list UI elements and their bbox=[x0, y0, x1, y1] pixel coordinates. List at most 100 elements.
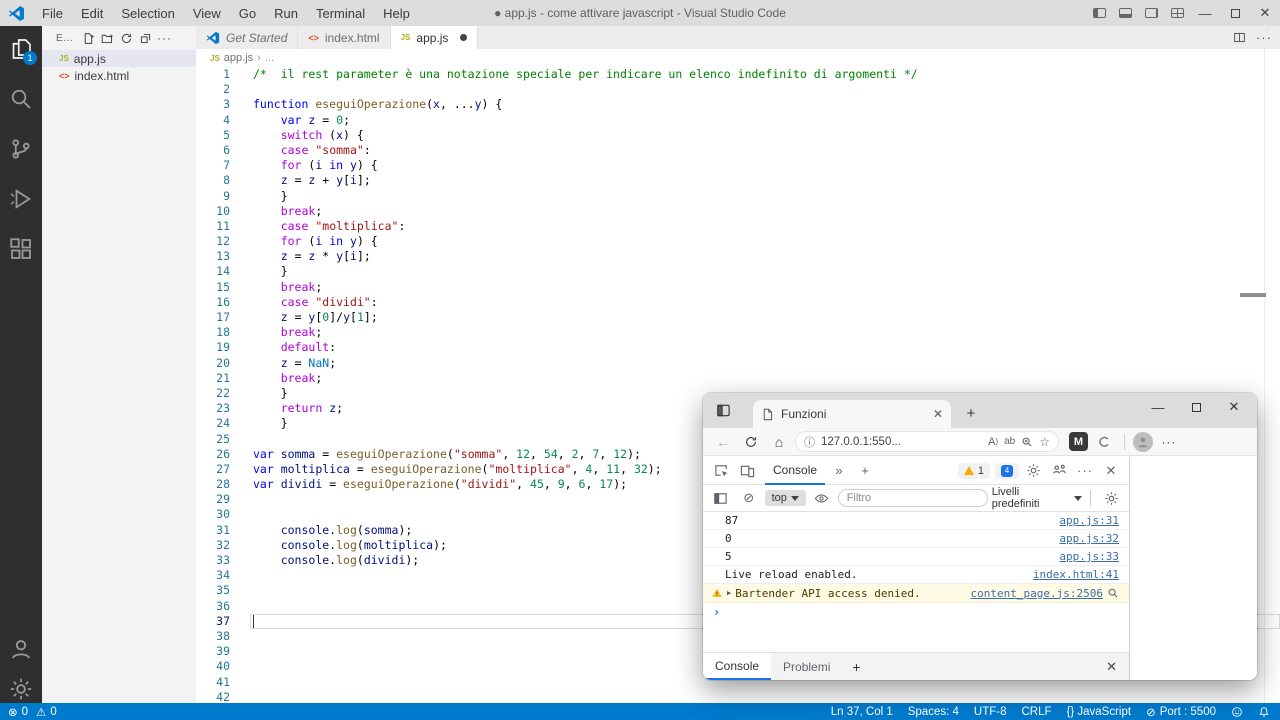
breadcrumb[interactable]: JS app.js › ... bbox=[196, 49, 1280, 67]
editor-line[interactable]: 5 switch (x) { bbox=[196, 128, 1280, 143]
search-icon[interactable] bbox=[5, 83, 37, 133]
editor-line[interactable]: 17 z = y[0]/y[1]; bbox=[196, 310, 1280, 325]
explorer-icon[interactable]: 1 bbox=[5, 33, 37, 83]
refresh-icon[interactable] bbox=[739, 431, 763, 453]
devtools-settings-icon[interactable] bbox=[1021, 459, 1045, 483]
console-sidebar-icon[interactable] bbox=[709, 486, 733, 510]
refresh-explorer-icon[interactable] bbox=[117, 29, 136, 48]
customize-layout-icon[interactable] bbox=[1164, 0, 1190, 26]
source-link[interactable]: content_page.js:2506 bbox=[971, 587, 1103, 600]
address-bar[interactable]: ⓘ 127.0.0.1:550... A) ab ☆ bbox=[795, 431, 1059, 452]
translate-icon[interactable]: ab bbox=[1004, 436, 1015, 447]
editor-line[interactable]: 11 case "moltiplica": bbox=[196, 219, 1280, 234]
back-icon[interactable]: ← bbox=[711, 431, 735, 453]
editor-line[interactable]: 10 break; bbox=[196, 204, 1280, 219]
editor-line[interactable]: 19 default: bbox=[196, 340, 1280, 355]
devtools-feedback-icon[interactable] bbox=[1047, 459, 1071, 483]
problems-indicator[interactable]: ⊗ 0 ⚠ 0 bbox=[8, 705, 57, 719]
browser-maximize-button[interactable] bbox=[1177, 395, 1215, 419]
menu-help[interactable]: Help bbox=[374, 0, 419, 26]
extension-c-icon[interactable] bbox=[1092, 431, 1116, 453]
editor-line[interactable]: 8 z = z + y[i]; bbox=[196, 173, 1280, 188]
menu-view[interactable]: View bbox=[184, 0, 230, 26]
favorites-star-icon[interactable]: ☆ bbox=[1039, 435, 1050, 449]
drawer-close-icon[interactable]: ✕ bbox=[1094, 653, 1129, 680]
editor-line[interactable]: 4 var z = 0; bbox=[196, 113, 1280, 128]
read-aloud-icon[interactable]: A) bbox=[988, 436, 998, 448]
inspect-element-icon[interactable] bbox=[709, 459, 733, 483]
editor-line[interactable]: 21 break; bbox=[196, 371, 1280, 386]
source-link[interactable]: app.js:32 bbox=[1059, 532, 1119, 545]
add-tab-icon[interactable]: + bbox=[853, 459, 877, 483]
home-icon[interactable]: ⌂ bbox=[767, 431, 791, 453]
status-port-5500[interactable]: ⊘Port : 5500 bbox=[1146, 705, 1216, 719]
clear-console-icon[interactable]: ⊘ bbox=[737, 486, 761, 510]
drawer-tab-problemi[interactable]: Problemi bbox=[771, 653, 842, 680]
zoom-icon[interactable] bbox=[1021, 436, 1033, 448]
source-control-icon[interactable] bbox=[5, 133, 37, 183]
site-info-icon[interactable]: ⓘ bbox=[804, 434, 815, 450]
new-folder-icon[interactable] bbox=[98, 29, 117, 48]
editor-line[interactable]: 12 for (i in y) { bbox=[196, 234, 1280, 249]
toggle-sidebar-icon[interactable] bbox=[1086, 0, 1112, 26]
unsaved-dot[interactable] bbox=[460, 34, 467, 41]
split-editor-icon[interactable] bbox=[1233, 31, 1246, 44]
settings-gear-icon[interactable] bbox=[5, 673, 37, 699]
editor-line[interactable]: 16 case "dividi": bbox=[196, 295, 1280, 310]
editor-scrollbar-thumb[interactable] bbox=[1240, 293, 1266, 297]
search-similar-icon[interactable] bbox=[1107, 587, 1119, 599]
collapse-folders-icon[interactable] bbox=[136, 29, 155, 48]
new-file-icon[interactable] bbox=[79, 29, 98, 48]
vscode-close-button[interactable]: ✕ bbox=[1250, 0, 1280, 26]
tab-get-started[interactable]: Get Started bbox=[196, 26, 298, 49]
editor-line[interactable]: 20 z = NaN; bbox=[196, 356, 1280, 371]
tab-actions-icon[interactable] bbox=[711, 399, 735, 421]
address-url[interactable]: 127.0.0.1:550... bbox=[821, 436, 982, 448]
tab-app-js[interactable]: JSapp.js bbox=[391, 26, 479, 49]
toggle-secondary-sidebar-icon[interactable] bbox=[1138, 0, 1164, 26]
device-toolbar-icon[interactable] bbox=[735, 459, 759, 483]
issues-badge[interactable]: 4 bbox=[995, 463, 1019, 479]
source-link[interactable]: app.js:31 bbox=[1059, 514, 1119, 527]
profile-avatar[interactable] bbox=[1133, 432, 1153, 452]
feedback-icon[interactable] bbox=[1231, 706, 1243, 718]
devtools-close-icon[interactable]: ✕ bbox=[1099, 459, 1123, 483]
new-tab-icon[interactable]: + bbox=[959, 401, 983, 425]
editor-line[interactable]: 6 case "somma": bbox=[196, 143, 1280, 158]
tab-index-html[interactable]: <>index.html bbox=[298, 26, 390, 49]
warnings-badge[interactable]: 1 bbox=[958, 463, 990, 479]
editor-line[interactable]: 2 bbox=[196, 82, 1280, 97]
explorer-more-actions-icon[interactable]: ··· bbox=[155, 29, 174, 48]
context-selector[interactable]: top bbox=[765, 490, 806, 506]
browser-tab-funzioni[interactable]: Funzioni ✕ bbox=[753, 400, 951, 428]
status-crlf[interactable]: CRLF bbox=[1021, 706, 1051, 718]
editor-line[interactable]: 42 bbox=[196, 690, 1280, 703]
file-item-index.html[interactable]: <>index.html bbox=[42, 67, 196, 84]
close-tab-icon[interactable]: ✕ bbox=[933, 407, 943, 421]
console-filter-input[interactable] bbox=[838, 489, 988, 507]
notifications-bell-icon[interactable] bbox=[1258, 706, 1270, 718]
source-link[interactable]: index.html:41 bbox=[1033, 568, 1119, 581]
file-item-app.js[interactable]: JSapp.js bbox=[42, 50, 196, 67]
breadcrumb-file[interactable]: app.js bbox=[224, 52, 253, 64]
extension-m-icon[interactable]: M bbox=[1069, 432, 1088, 451]
status--javascript[interactable]: {} JavaScript bbox=[1067, 706, 1132, 718]
status-utf-8[interactable]: UTF-8 bbox=[974, 706, 1007, 718]
devtools-tab-console[interactable]: Console bbox=[765, 457, 825, 485]
menu-selection[interactable]: Selection bbox=[112, 0, 183, 26]
editor-line[interactable]: 9 } bbox=[196, 189, 1280, 204]
editor-line[interactable]: 14 } bbox=[196, 264, 1280, 279]
browser-minimize-button[interactable]: — bbox=[1139, 395, 1177, 419]
account-icon[interactable] bbox=[5, 633, 37, 659]
menu-go[interactable]: Go bbox=[230, 0, 265, 26]
more-tabs-icon[interactable]: » bbox=[827, 459, 851, 483]
console-settings-icon[interactable] bbox=[1099, 486, 1123, 510]
breadcrumb-more[interactable]: ... bbox=[265, 52, 274, 64]
editor-line[interactable]: 18 break; bbox=[196, 325, 1280, 340]
editor-line[interactable]: 3function eseguiOperazione(x, ...y) { bbox=[196, 97, 1280, 112]
vscode-minimize-button[interactable]: — bbox=[1190, 0, 1220, 26]
drawer-tab-console[interactable]: Console bbox=[703, 653, 771, 680]
extensions-icon[interactable] bbox=[5, 233, 37, 283]
devtools-more-icon[interactable]: ··· bbox=[1073, 459, 1097, 483]
editor-line[interactable]: 1/* il rest parameter è una notazione sp… bbox=[196, 67, 1280, 82]
